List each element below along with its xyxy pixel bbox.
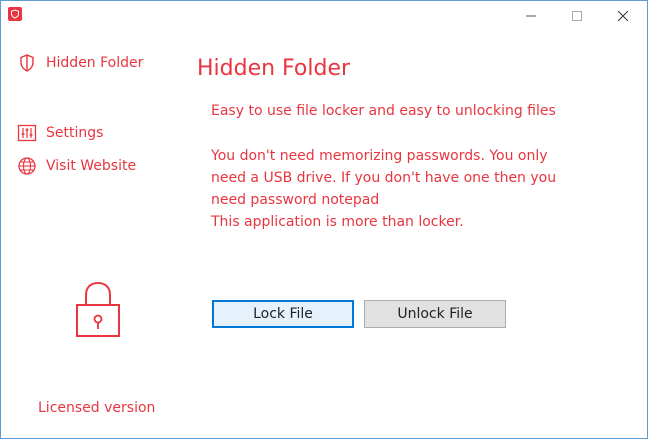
padlock-icon xyxy=(75,280,121,342)
unlock-file-button[interactable]: Unlock File xyxy=(364,300,506,328)
lock-file-button[interactable]: Lock File xyxy=(212,300,354,328)
description-line: This application is more than locker. xyxy=(211,214,464,230)
shield-icon xyxy=(8,7,22,21)
app-window: Hidden Folder Settings Visit Website Lic… xyxy=(0,0,648,439)
close-button[interactable] xyxy=(600,1,646,31)
minimize-button[interactable] xyxy=(508,1,554,31)
maximize-icon xyxy=(572,11,582,21)
maximize-button[interactable] xyxy=(554,1,600,31)
sidebar-item-label: Hidden Folder xyxy=(46,55,144,71)
description-line: need a USB drive. If you don't have one … xyxy=(211,170,557,186)
close-icon xyxy=(618,11,628,21)
title-bar[interactable] xyxy=(1,1,647,31)
sidebar-item-hidden-folder[interactable]: Hidden Folder xyxy=(17,53,143,73)
sliders-icon xyxy=(17,123,37,143)
sidebar-item-label: Visit Website xyxy=(46,158,137,174)
license-status: Licensed version xyxy=(38,400,156,416)
sidebar-item-label: Settings xyxy=(46,125,104,141)
sidebar-item-visit-website[interactable]: Visit Website xyxy=(17,156,136,176)
tagline: Easy to use file locker and easy to unlo… xyxy=(211,103,556,119)
sidebar-item-settings[interactable]: Settings xyxy=(17,123,103,143)
description-line: need password notepad xyxy=(211,192,380,208)
shield-icon xyxy=(17,53,37,73)
page-title: Hidden Folder xyxy=(197,56,351,81)
minimize-icon xyxy=(526,15,536,17)
description-line: You don't need memorizing passwords. You… xyxy=(211,148,548,164)
globe-icon xyxy=(17,156,37,176)
